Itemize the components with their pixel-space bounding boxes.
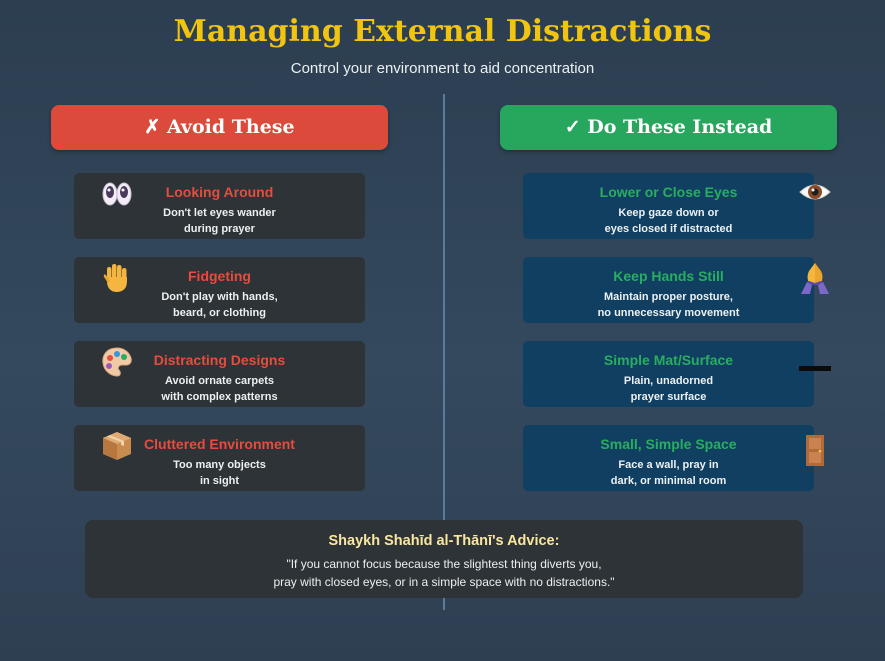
avoid-card-fidgeting: Fidgeting Don't play with hands, beard, … xyxy=(74,257,365,323)
advice-box: Shaykh Shahīd al-Thānī's Advice: "If you… xyxy=(85,520,803,598)
do-card-keep-hands-still: Keep Hands Still Maintain proper posture… xyxy=(523,257,829,323)
avoid-header: ✗ Avoid These xyxy=(51,105,388,150)
card-description: Keep gaze down or eyes closed if distrac… xyxy=(523,205,814,237)
card-desc-line: no unnecessary movement xyxy=(597,307,740,319)
raised-hand-icon xyxy=(103,264,127,292)
card-desc-line: Keep gaze down or xyxy=(618,207,719,219)
card-desc-line: dark, or minimal room xyxy=(610,475,727,487)
eye-icon xyxy=(799,184,831,200)
package-icon xyxy=(103,432,131,460)
do-card-simple-mat: Simple Mat/Surface Plain, unadorned pray… xyxy=(523,341,831,407)
card-desc-line: Plain, unadorned xyxy=(623,375,714,387)
avoid-card-looking-around: Looking Around Don't let eyes wander dur… xyxy=(74,173,365,239)
card-title: Keep Hands Still xyxy=(613,268,724,284)
avoid-card-cluttered-environment: Cluttered Environment Too many objects i… xyxy=(74,425,365,491)
palette-icon xyxy=(102,347,132,377)
card-desc-line: Face a wall, pray in xyxy=(618,459,719,471)
card-desc-line: Maintain proper posture, xyxy=(604,291,733,303)
card-description: Face a wall, pray in dark, or minimal ro… xyxy=(523,457,814,489)
eyes-icon xyxy=(102,182,132,206)
advice-quote-line: pray with closed eyes, or in a simple sp… xyxy=(273,575,615,589)
dash-icon xyxy=(799,366,831,371)
avoid-card-distracting-designs: Distracting Designs Avoid ornate carpets… xyxy=(74,341,365,407)
card-desc-line: in sight xyxy=(199,475,240,487)
card-title: Lower or Close Eyes xyxy=(599,184,738,200)
card-desc-line: beard, or clothing xyxy=(173,307,266,319)
card-desc-line: with complex patterns xyxy=(161,391,278,403)
card-desc-line: prayer surface xyxy=(630,391,707,403)
card-desc-line: during prayer xyxy=(184,223,255,235)
card-title: Simple Mat/Surface xyxy=(603,352,734,368)
praying-hands-icon xyxy=(801,263,829,294)
card-description: Maintain proper posture, no unnecessary … xyxy=(523,289,814,321)
page-title: Managing External Distractions xyxy=(173,14,712,49)
card-desc-line: eyes closed if distracted xyxy=(604,223,733,235)
do-card-small-space: Small, Simple Space Face a wall, pray in… xyxy=(523,425,824,491)
advice-title: Shaykh Shahīd al-Thānī's Advice: xyxy=(328,533,560,549)
do-card-lower-eyes: Lower or Close Eyes Keep gaze down or ey… xyxy=(523,173,831,239)
card-title: Small, Simple Space xyxy=(600,436,737,452)
do-header: ✓ Do These Instead xyxy=(500,105,837,150)
advice-quote: "If you cannot focus because the slighte… xyxy=(85,555,803,591)
card-description: Plain, unadorned prayer surface xyxy=(523,373,814,405)
page-subtitle: Control your environment to aid concentr… xyxy=(290,60,595,77)
door-icon xyxy=(806,435,824,466)
advice-quote-line: "If you cannot focus because the slighte… xyxy=(286,557,602,571)
